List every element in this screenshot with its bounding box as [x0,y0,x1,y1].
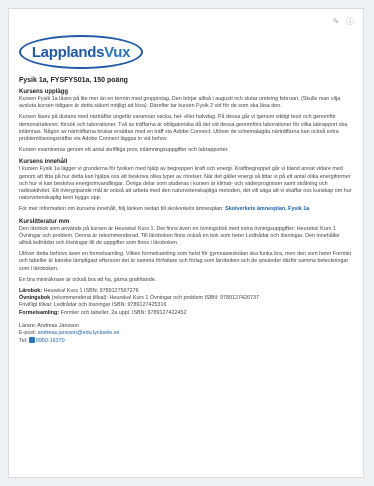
book-list: Lärobok: Heureka! Kurs 1 ISBN: 978912756… [19,288,353,317]
paragraph: Den lärobok som används på kursen är Heu… [19,225,340,247]
section-heading-kurslitteratur: Kurslitteratur mm [19,218,70,225]
section-heading-innehall: Kursens innehåll [19,159,68,166]
more-info-paragraph: För mer information om kursens innehåll,… [19,206,310,213]
amnesplan-link[interactable]: Skolverkets ämnesplan, Fysik 1a [225,206,309,212]
teacher-name: Lärare: Andreas Jansson [19,322,79,329]
info-icon[interactable]: ⓘ [345,17,355,27]
course-title: Fysik 1a, FYSFYS01a, 150 poäng [19,77,128,84]
paragraph: I kursen Fysik 1a lägger vi grunderna fö… [19,166,352,202]
lapplandsvux-logo: Lapplands Vux [19,35,143,69]
paragraph: Utöver detta behövs även en formelsamlin… [19,251,352,272]
paragraph: En bra miniräknare är också bra att ha, … [19,276,157,283]
phone-icon [28,337,35,344]
book-item: Formelsamling: Formler och tabeller, 2a … [19,309,187,316]
teacher-email-link[interactable]: andreas.jansson@edu.lycksele.se [38,330,120,336]
card-actions: ✎ ⓘ [331,17,355,27]
edit-icon[interactable]: ✎ [331,17,341,27]
teacher-info: Lärare: Andreas Jansson E-post: andreas.… [19,323,353,346]
teacher-email-row: E-post: andreas.jansson@edu.lycksele.se [19,330,120,337]
paragraph: Kursen examineras genom ett antal skrift… [19,147,229,154]
paragraph: Kursen läses på distans med närträffar u… [19,114,348,143]
course-card: ✎ ⓘ Lapplands Vux Fysik 1a, FYSFYS01a, 15… [8,8,364,478]
paragraph: Kursen Fysik 1a läses på lite mer än en … [19,96,341,110]
teacher-phone-row: Tel: 0950-16370 [19,337,65,345]
section-heading-upplagg: Kursens upplägg [19,89,69,95]
teacher-phone-link[interactable]: 0950-16370 [36,338,65,344]
book-item: Frivilligt tillval: Ledtrådar och lösnin… [19,302,167,309]
